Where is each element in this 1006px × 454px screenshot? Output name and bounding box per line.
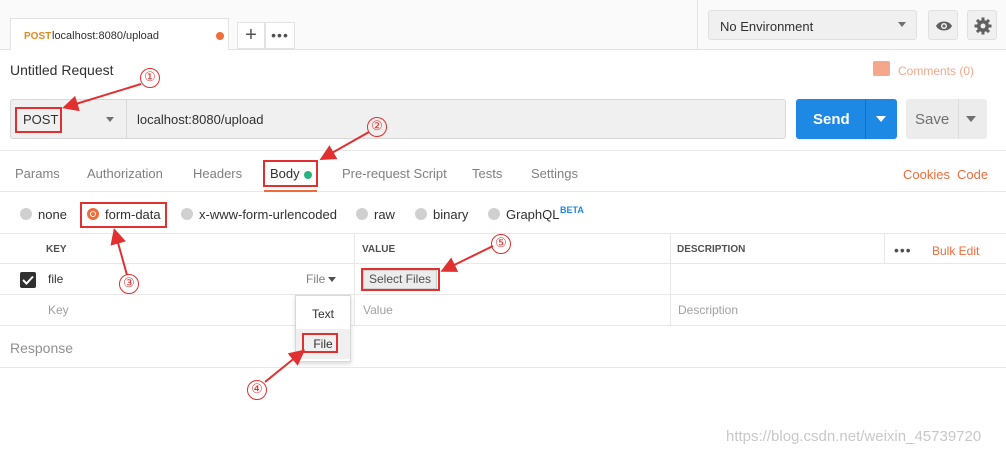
annotation-arrow-5 [440,245,494,272]
annotation-arrow-4 [264,349,306,383]
annotation-arrows [62,83,494,383]
annotation-arrow-1 [62,83,142,112]
annotation-arrow-2 [319,131,370,160]
annotation-arrow-3 [110,228,128,276]
watermark: https://blog.csdn.net/weixin_45739720 [726,428,982,445]
